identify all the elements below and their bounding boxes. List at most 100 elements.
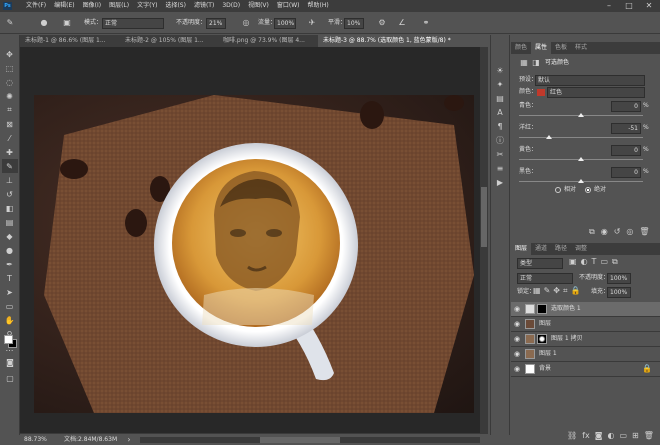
delete-adjustment-icon[interactable]: 🗑 [639, 228, 649, 236]
brush-panel-icon[interactable]: ✦ [492, 77, 508, 91]
lock-position-icon[interactable]: ✥ [553, 287, 560, 295]
new-layer-icon[interactable]: ⊞ [632, 432, 639, 440]
history-brush-icon[interactable]: ↺ [2, 187, 18, 201]
tab-channels[interactable]: 通道 [531, 243, 551, 255]
slider-yellow-knob[interactable] [578, 157, 584, 161]
slider-magenta-value[interactable]: -51 [611, 123, 641, 134]
menu-item[interactable]: 帮助(H) [304, 0, 333, 12]
link-layers-icon[interactable]: ⛓ [567, 432, 577, 440]
lasso-tool-icon[interactable]: ◌ [2, 75, 18, 89]
blur-tool-icon[interactable]: ◆ [2, 229, 18, 243]
dodge-tool-icon[interactable]: ● [2, 243, 18, 257]
menu-item[interactable]: 3D(D) [218, 0, 244, 12]
pressure-opacity-icon[interactable]: ◎ [240, 17, 252, 29]
minimize-icon[interactable]: – [600, 0, 618, 12]
move-tool-icon[interactable]: ✥ [2, 47, 18, 61]
menu-item[interactable]: 编辑(E) [50, 0, 78, 12]
history-panel-icon[interactable]: ▤ [492, 91, 508, 105]
slider-black-knob[interactable] [578, 179, 584, 183]
tab-layers[interactable]: 图层 [511, 243, 532, 255]
menu-item[interactable]: 选择(S) [161, 0, 190, 12]
tab-doc-1[interactable]: 未标题-1 @ 86.6% (图层 1... [20, 35, 120, 47]
marquee-tool-icon[interactable]: ⬚ [2, 61, 18, 75]
slider-cyan-knob[interactable] [578, 113, 584, 117]
lock-all-icon[interactable]: 🔒 [570, 287, 580, 295]
add-mask-icon[interactable]: ◙ [595, 432, 603, 440]
filter-shape-icon[interactable]: ▭ [600, 258, 608, 266]
layer-name[interactable]: 图层 1 拷贝 [551, 334, 583, 344]
toggle-visibility-icon[interactable]: ◎ [626, 228, 633, 236]
brush-tool-icon[interactable]: ✎ [4, 17, 16, 29]
brush-settings-icon[interactable]: ▣ [62, 17, 72, 29]
tab-properties[interactable]: 属性 [531, 42, 552, 54]
lock-pixels-icon[interactable]: ✎ [544, 287, 551, 295]
tab-doc-3[interactable]: 咖啡.png @ 73.9% (图层 4... [218, 35, 318, 47]
menu-item[interactable]: 滤镜(T) [190, 0, 218, 12]
layer-row-selective-color[interactable]: ◉ 选取颜色 1 [511, 302, 660, 317]
layer-name[interactable]: 选取颜色 1 [551, 304, 581, 314]
quick-mask-icon[interactable]: ◙ [2, 355, 18, 369]
pen-tool-icon[interactable]: ✒ [2, 257, 18, 271]
eye-icon[interactable]: ◉ [511, 335, 523, 343]
slider-black-value[interactable]: 0 [611, 167, 641, 178]
info-panel-icon[interactable]: ⓘ [492, 133, 508, 147]
eye-icon[interactable]: ◉ [511, 320, 523, 328]
doc-size[interactable]: 文档:2.84M/8.63M [64, 435, 117, 445]
layer-row-layer1-copy[interactable]: ◉ 图层 1 拷贝 [511, 332, 660, 347]
crop-tool-icon[interactable]: ⌗ [2, 103, 18, 117]
tab-styles[interactable]: 样式 [571, 42, 591, 54]
menu-item[interactable]: 图层(L) [105, 0, 133, 12]
menu-item[interactable]: 窗口(W) [273, 0, 304, 12]
quick-select-tool-icon[interactable]: ✺ [2, 89, 18, 103]
horizontal-scrollbar[interactable] [140, 437, 480, 443]
layer-row-layer1[interactable]: ◉ 图层 1 [511, 347, 660, 362]
tab-swatches[interactable]: 色板 [551, 42, 571, 54]
absolute-radio-dot[interactable] [585, 187, 591, 193]
mode-select[interactable]: 正常 [102, 18, 164, 29]
character-panel-icon[interactable]: A [492, 105, 508, 119]
close-icon[interactable]: ✕ [640, 0, 658, 12]
eyedropper-tool-icon[interactable]: ⁄ [2, 131, 18, 145]
adjust-panel-icon[interactable]: ☀ [492, 63, 508, 77]
slider-magenta-track[interactable] [519, 137, 643, 138]
smooth-input[interactable]: 10% [344, 18, 364, 29]
symmetry-icon[interactable]: ⚭ [420, 17, 432, 29]
timeline-panel-icon[interactable]: ≡ [492, 161, 508, 175]
zoom-readout[interactable]: 88.73% [24, 435, 47, 445]
paragraph-panel-icon[interactable]: ¶ [492, 119, 508, 133]
layer-opacity-input[interactable]: 100% [607, 273, 631, 284]
menu-item[interactable]: 图像(I) [79, 0, 105, 12]
filter-pixel-icon[interactable]: ▣ [569, 258, 577, 266]
filter-smart-icon[interactable]: ⧉ [612, 258, 618, 266]
slider-magenta-knob[interactable] [546, 135, 553, 139]
flow-input[interactable]: 100% [274, 18, 296, 29]
airbrush-icon[interactable]: ✈ [306, 17, 318, 29]
absolute-radio[interactable]: 绝对 [585, 185, 606, 195]
filter-type-icon[interactable]: T [592, 258, 597, 266]
menu-item[interactable]: 视图(V) [244, 0, 273, 12]
blend-mode-select[interactable]: 正常 [517, 273, 573, 284]
hand-tool-icon[interactable]: ✋ [2, 313, 18, 327]
smoothing-gear-icon[interactable]: ⚙ [376, 17, 388, 29]
view-previous-icon[interactable]: ◉ [601, 228, 608, 236]
tab-paths[interactable]: 路径 [551, 243, 571, 255]
type-tool-icon[interactable]: T [2, 271, 18, 285]
new-adjustment-icon[interactable]: ◐ [607, 432, 614, 440]
layer-row-tuceng[interactable]: ◉ 图层 [511, 317, 660, 332]
colors-select[interactable]: 红色 [547, 87, 645, 98]
brush-preset-icon[interactable]: ● [36, 17, 52, 29]
layer-name[interactable]: 背景 [539, 364, 551, 374]
reset-icon[interactable]: ↺ [614, 228, 621, 236]
filter-adjust-icon[interactable]: ◐ [581, 258, 588, 266]
lock-transparent-icon[interactable]: ▦ [533, 287, 541, 295]
tab-adjustments[interactable]: 调整 [571, 243, 591, 255]
layer-kind-filter[interactable]: 类型 [517, 258, 563, 269]
tab-doc-2[interactable]: 未标题-2 @ 105% (图层 1... [120, 35, 218, 47]
screen-mode-icon[interactable]: ▢ [2, 371, 18, 385]
maximize-icon[interactable]: □ [620, 0, 638, 12]
relative-radio[interactable]: 相对 [555, 185, 576, 195]
vertical-scrollbar[interactable] [480, 47, 488, 433]
stamp-tool-icon[interactable]: ⊥ [2, 173, 18, 187]
play-panel-icon[interactable]: ▶ [492, 175, 508, 189]
foreground-color[interactable] [4, 335, 13, 344]
